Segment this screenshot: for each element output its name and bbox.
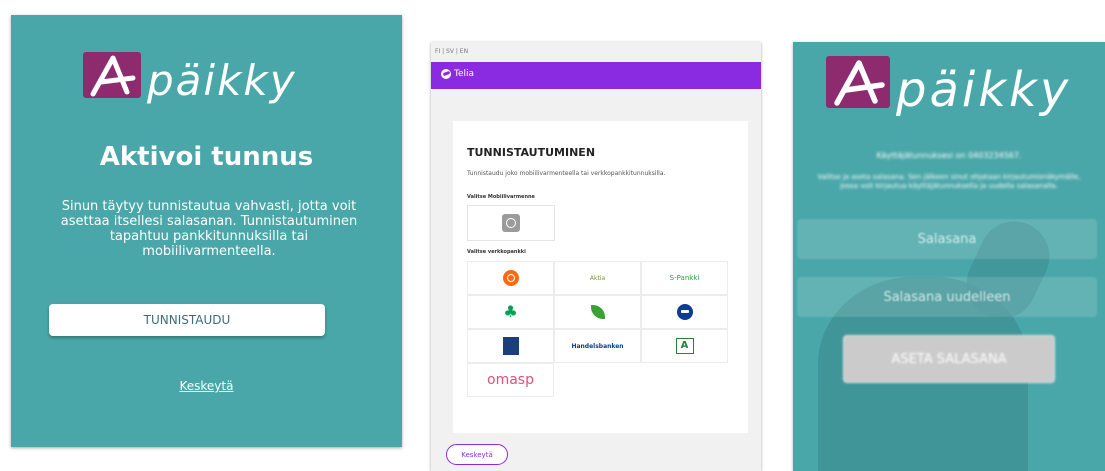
page-title: Aktivoi tunnus <box>99 142 314 172</box>
auth-card: TUNNISTAUTUMINEN Tunnistaudu joko mobiil… <box>453 121 748 433</box>
mobile-section-label: Valitse Mobiilivarmenne <box>467 194 535 200</box>
bank-option-s-pankki[interactable]: S-Pankki <box>641 261 728 295</box>
bank-option-alandsbanken[interactable] <box>467 329 554 363</box>
password-field[interactable]: Salasana <box>797 219 1097 259</box>
paikky-logo-mark-icon <box>83 52 141 98</box>
s-pankki-logo: S-Pankki <box>669 274 700 282</box>
set-password-panel: päikky Käyttäjätunnuksesi on 0403234567.… <box>793 42 1105 471</box>
telia-pebble-icon <box>441 69 451 79</box>
omasp-logo: omasp <box>487 372 534 388</box>
telia-logo: Telia <box>441 69 474 79</box>
paikky-logo <box>83 52 141 98</box>
saastopankki-icon: A <box>675 338 694 354</box>
bank-option-saastopankki[interactable]: A <box>641 329 728 363</box>
telia-auth-panel: FI | SV | EN Telia TUNNISTAUTUMINEN Tunn… <box>431 42 761 471</box>
paikky-logo-mark-icon <box>826 56 890 108</box>
cancel-link[interactable]: Keskeytä <box>11 379 402 393</box>
auth-heading: TUNNISTAUTUMINEN <box>467 146 596 159</box>
set-password-button[interactable]: ASETA SALASANA <box>843 335 1055 383</box>
auth-subheading: Tunnistaudu joko mobiilivarmenteella tai… <box>467 170 666 177</box>
pop-pankki-icon: ♣ <box>503 302 518 321</box>
bank-option-handelsbanken[interactable]: Handelsbanken <box>554 329 641 363</box>
op-icon <box>502 270 519 286</box>
password-instructions: Valitse ja aseta salasana. Sen jälkeen s… <box>817 173 1081 190</box>
bank-option-aktia[interactable]: Aktia <box>554 261 641 295</box>
bank-option-omasp[interactable]: omasp <box>467 363 554 397</box>
handelsbanken-logo: Handelsbanken <box>571 342 624 350</box>
bank-option-pop-pankki[interactable]: ♣ <box>467 295 554 329</box>
aktia-logo: Aktia <box>589 274 606 282</box>
danske-bank-icon <box>590 305 605 319</box>
activate-panel: päikky Aktivoi tunnus Sinun täytyy tunni… <box>11 15 402 447</box>
nordea-icon <box>676 304 693 320</box>
instructions-text: Sinun täytyy tunnistautua vahvasti, jott… <box>60 199 358 259</box>
paikky-logo-text: päikky <box>147 56 297 105</box>
alandsbanken-icon <box>502 337 519 355</box>
bank-option-op[interactable] <box>467 261 554 295</box>
bank-grid: Aktia S-Pankki ♣ Handelsbanken A omasp <box>467 261 729 397</box>
username-info: Käyttäjätunnuksesi on 0403234567. <box>876 151 1022 160</box>
bank-option-danske-bank[interactable] <box>554 295 641 329</box>
cancel-button[interactable]: Keskeytä <box>446 444 508 465</box>
mobiilivarmenne-option[interactable] <box>467 205 555 241</box>
mobiilivarmenne-icon <box>502 214 520 232</box>
bank-option-nordea[interactable] <box>641 295 728 329</box>
password-again-field[interactable]: Salasana uudelleen <box>797 277 1097 317</box>
paikky-logo-text: päikky <box>896 62 1072 118</box>
paikky-logo <box>826 56 890 108</box>
language-switcher[interactable]: FI | SV | EN <box>435 48 468 55</box>
bank-section-label: Valitse verkkopankki <box>467 249 526 255</box>
telia-header <box>431 62 761 89</box>
authenticate-button[interactable]: TUNNISTAUDU <box>49 304 325 336</box>
telia-brand-text: Telia <box>454 69 475 79</box>
